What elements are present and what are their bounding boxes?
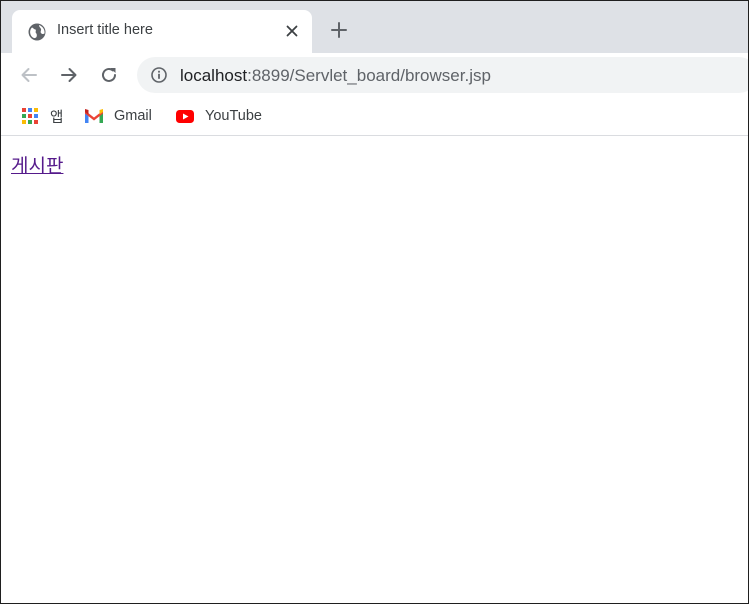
reload-icon [102, 67, 116, 82]
board-link[interactable]: 게시판 [11, 151, 63, 178]
url-path: :8899/Servlet_board/browser.jsp [247, 66, 491, 85]
tab-title: Insert title here [57, 22, 153, 38]
info-icon[interactable] [151, 67, 167, 83]
browser-toolbar: localhost:8899/Servlet_board/browser.jsp [1, 53, 748, 98]
bookmarks-bar: 앱 Gmail YouTube [1, 98, 748, 136]
tab-strip: Insert title here [1, 1, 748, 53]
forward-button[interactable] [57, 63, 81, 87]
browser-window: Insert title here localhost:8899/Servlet… [0, 0, 749, 604]
page-content: 게시판 [1, 137, 748, 603]
url-host: localhost [180, 66, 248, 85]
reload-button[interactable] [97, 63, 121, 87]
gmail-icon [85, 107, 103, 125]
close-tab-button[interactable] [283, 22, 301, 40]
bookmark-label: Gmail [114, 108, 152, 124]
new-tab-button[interactable] [329, 20, 349, 40]
bookmark-label: YouTube [205, 108, 262, 124]
active-tab[interactable]: Insert title here [12, 10, 312, 53]
url-text: localhost:8899/Servlet_board/browser.jsp [180, 66, 491, 86]
bookmark-label: 앱 [50, 109, 64, 126]
arrow-right-icon [61, 68, 77, 82]
bookmark-gmail[interactable]: Gmail [85, 105, 152, 127]
arrow-left-icon [21, 68, 37, 82]
bookmark-youtube[interactable]: YouTube [176, 105, 262, 127]
youtube-icon [176, 107, 194, 125]
plus-icon [331, 22, 347, 38]
globe-icon [28, 23, 46, 41]
close-icon [286, 25, 298, 37]
back-button[interactable] [17, 63, 41, 87]
bookmark-apps[interactable]: 앱 [21, 105, 63, 127]
address-bar[interactable]: localhost:8899/Servlet_board/browser.jsp [137, 57, 748, 93]
apps-grid-icon [21, 107, 39, 125]
